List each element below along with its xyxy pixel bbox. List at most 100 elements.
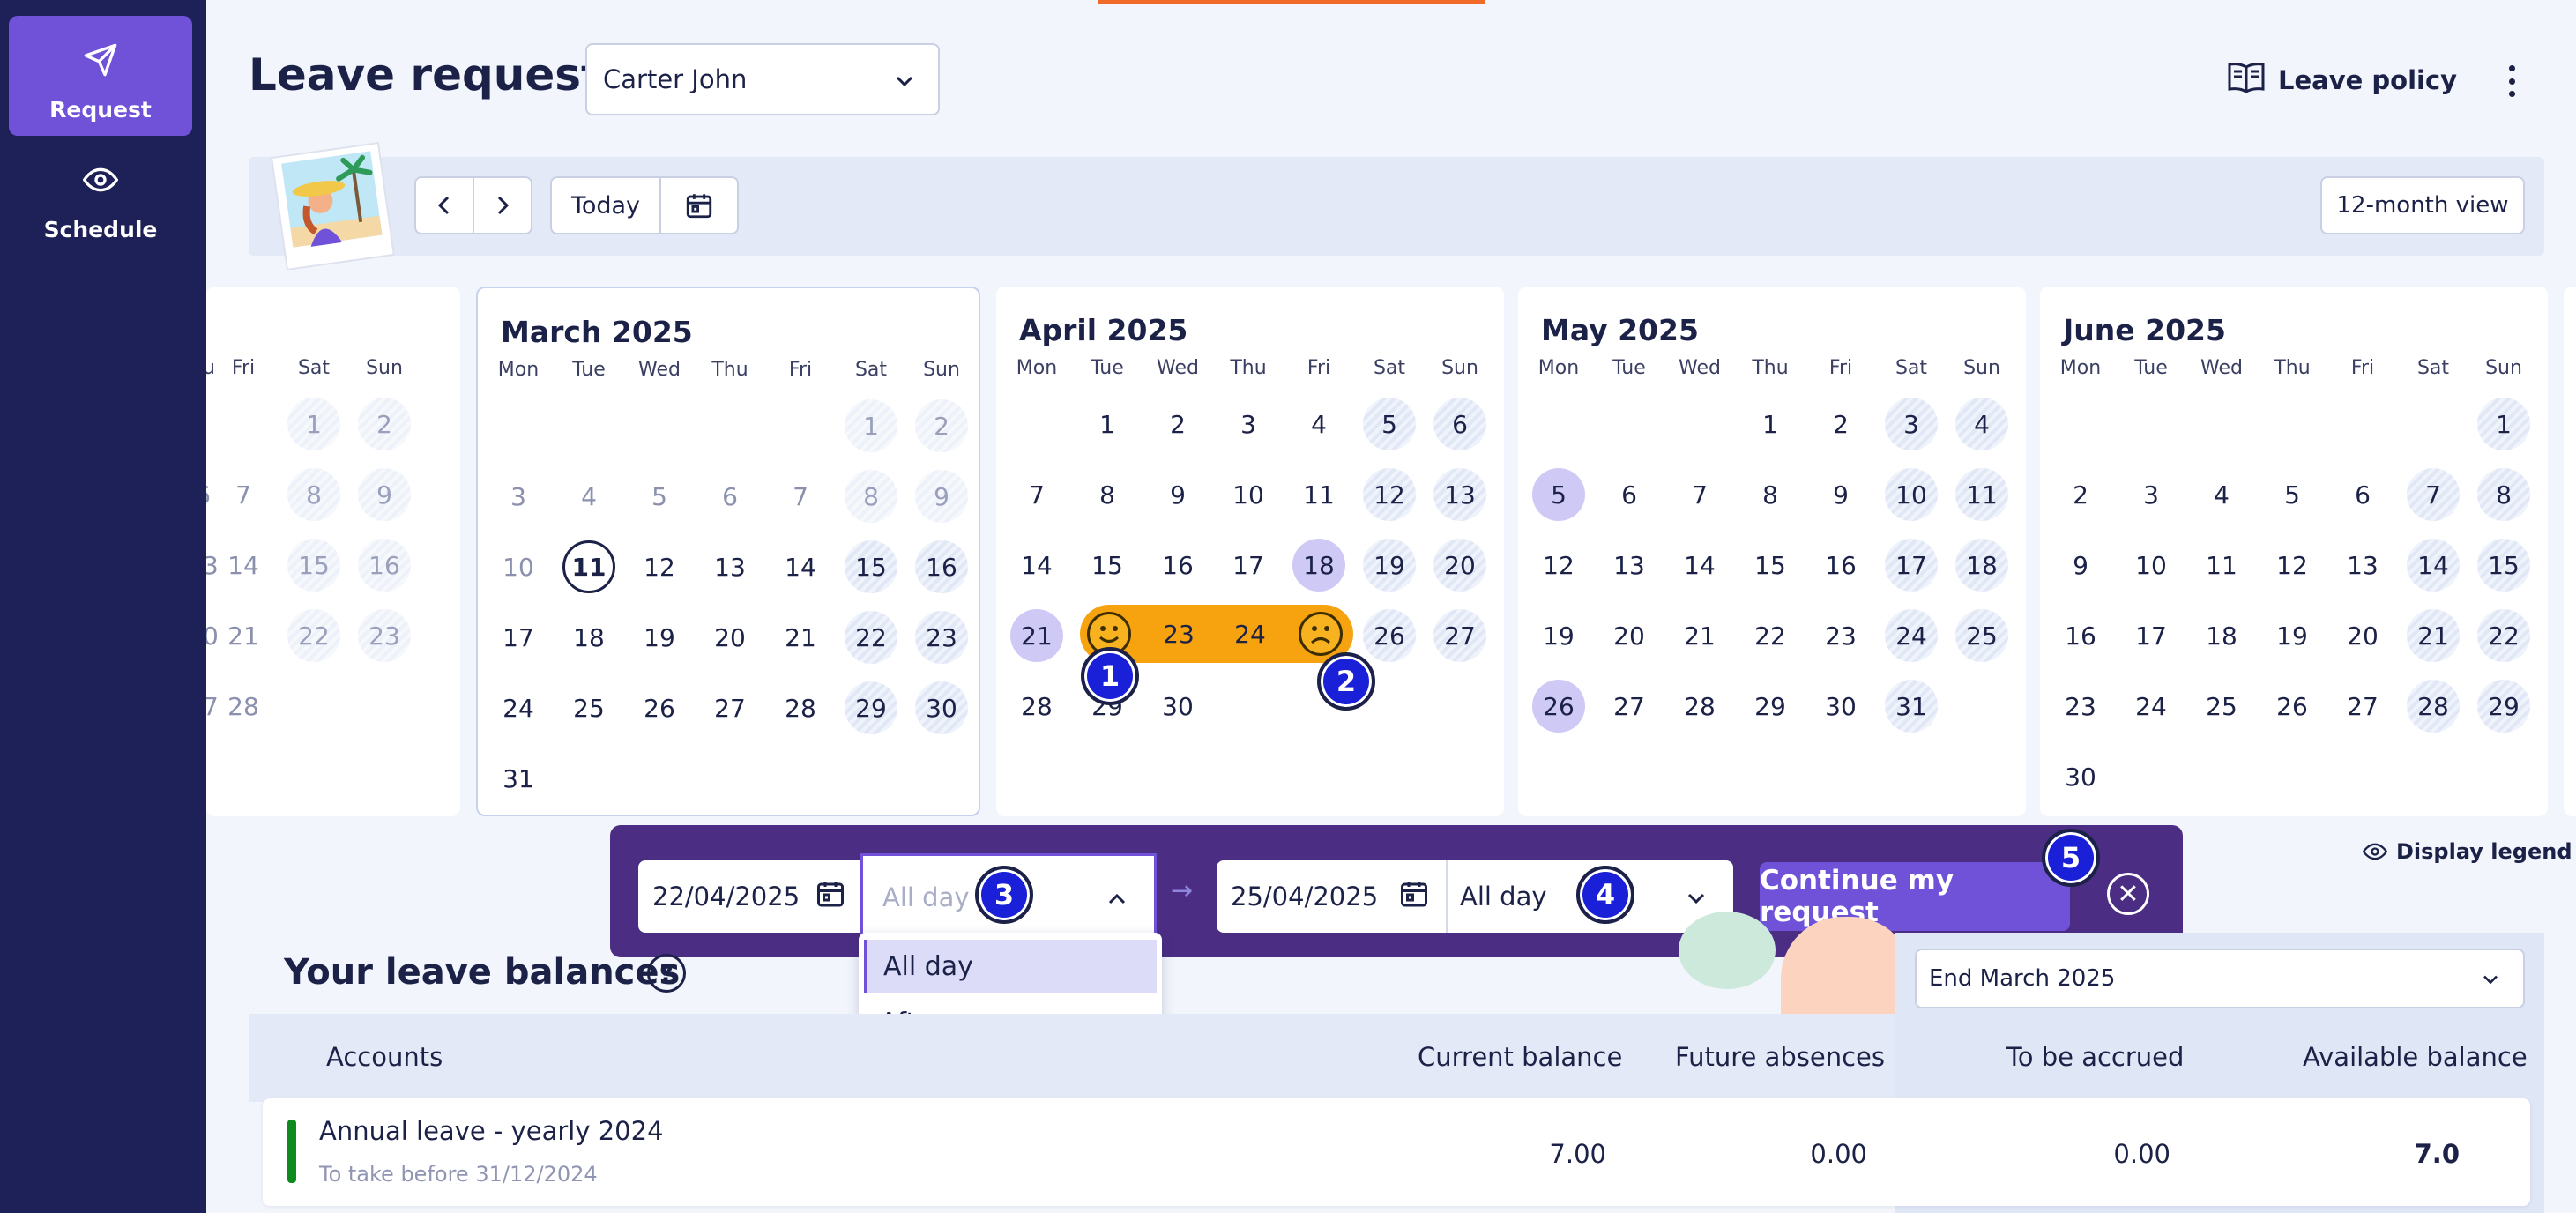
calendar-day[interactable]: 8 [1081, 468, 1134, 521]
calendar-day[interactable]: 6 [1433, 398, 1486, 450]
calendar-day[interactable]: 29 [1744, 680, 1797, 733]
calendar-day[interactable]: 14 [217, 539, 270, 592]
calendar-day[interactable]: 21 [1010, 609, 1063, 662]
calendar-day[interactable]: 16 [358, 539, 411, 592]
display-legend-toggle[interactable]: Display legend [2363, 839, 2572, 864]
table-row[interactable] [263, 1098, 2530, 1206]
calendar-day[interactable]: 7 [2407, 468, 2460, 521]
continue-request-button[interactable]: Continue my request [1760, 862, 2070, 931]
employee-select[interactable]: Carter John [585, 43, 940, 115]
calendar-day[interactable]: 10 [1885, 468, 1938, 521]
calendar-day[interactable]: 2 [358, 398, 411, 450]
calendar-day[interactable]: 15 [287, 539, 340, 592]
calendar-day[interactable]: 27 [1433, 609, 1486, 662]
calendar-day[interactable]: 2 [1814, 398, 1867, 450]
calendar-day[interactable]: 1 [287, 398, 340, 450]
calendar-day[interactable]: 24 [1885, 609, 1938, 662]
calendar-day[interactable]: 14 [1673, 539, 1726, 592]
calendar-day[interactable]: 29 [2477, 680, 2530, 733]
calendar-day[interactable]: 4 [2195, 468, 2248, 521]
calendar-day[interactable]: 13 [1433, 468, 1486, 521]
calendar-day[interactable]: 16 [1151, 539, 1204, 592]
calendar-day[interactable]: 12 [1532, 539, 1585, 592]
calendar-day[interactable]: 15 [1744, 539, 1797, 592]
calendar-day[interactable]: 26 [633, 681, 686, 734]
calendar-day[interactable]: 9 [358, 468, 411, 521]
calendar-day[interactable]: 8 [845, 470, 897, 523]
calendar-day[interactable]: 16 [2054, 609, 2107, 662]
calendar-day[interactable]: 19 [1363, 539, 1416, 592]
calendar-day[interactable]: 23 [358, 609, 411, 662]
calendar-day[interactable]: 24 [1224, 607, 1277, 660]
calendar-day[interactable]: 9 [1814, 468, 1867, 521]
calendar-day[interactable]: 2 [2054, 468, 2107, 521]
calendar-day[interactable]: 5 [633, 470, 686, 523]
calendar-day[interactable]: 1 [2477, 398, 2530, 450]
calendar-day[interactable]: 8 [1744, 468, 1797, 521]
calendar-day[interactable]: 26 [1363, 609, 1416, 662]
calendar-day[interactable]: 27 [2336, 680, 2389, 733]
calendar-day[interactable]: 6 [2336, 468, 2389, 521]
calendar-day[interactable]: 8 [2477, 468, 2530, 521]
calendar-day[interactable]: 7 [1673, 468, 1726, 521]
nav-request[interactable]: Request [9, 16, 192, 136]
calendar-day[interactable]: 18 [1292, 539, 1345, 592]
help-icon[interactable]: ? [647, 954, 686, 993]
calendar-day[interactable]: 8 [287, 468, 340, 521]
calendar-day[interactable]: 9 [915, 470, 968, 523]
calendar-day[interactable]: 19 [2266, 609, 2319, 662]
calendar-day[interactable]: 23 [1152, 607, 1205, 660]
calendar-day[interactable]: 19 [1532, 609, 1585, 662]
calendar-day[interactable]: 24 [2125, 680, 2178, 733]
calendar-day[interactable]: 12 [1363, 468, 1416, 521]
calendar-day[interactable]: 19 [633, 611, 686, 664]
next-button[interactable] [473, 176, 532, 234]
calendar-day[interactable]: 22 [845, 611, 897, 664]
calendar-day[interactable]: 23 [1814, 609, 1867, 662]
start-date-input[interactable]: 22/04/2025 [638, 860, 862, 933]
calendar-day[interactable]: 10 [1222, 468, 1275, 521]
calendar-day[interactable]: 6 [1603, 468, 1656, 521]
calendar-day[interactable]: 11 [2195, 539, 2248, 592]
calendar-day[interactable]: 22 [1744, 609, 1797, 662]
calendar-day[interactable]: 22 [287, 609, 340, 662]
calendar-day[interactable]: 3 [1885, 398, 1938, 450]
calendar-day[interactable]: 9 [2054, 539, 2107, 592]
calendar-day[interactable]: 28 [1010, 680, 1063, 733]
calendar-day[interactable]: 30 [915, 681, 968, 734]
date-picker-button[interactable] [659, 176, 739, 234]
calendar-day[interactable]: 4 [1292, 398, 1345, 450]
calendar-day[interactable]: 4 [562, 470, 615, 523]
calendar-day[interactable]: 3 [1222, 398, 1275, 450]
calendar-day[interactable]: 25 [2195, 680, 2248, 733]
nav-schedule[interactable]: Schedule [9, 136, 192, 256]
calendar-day[interactable]: 7 [217, 468, 270, 521]
calendar-day[interactable]: 18 [2195, 609, 2248, 662]
calendar-day[interactable]: 12 [633, 540, 686, 593]
calendar-day[interactable]: 15 [845, 540, 897, 593]
calendar-day[interactable]: 20 [2336, 609, 2389, 662]
calendar-day[interactable]: 30 [2054, 750, 2107, 803]
calendar-day[interactable]: 11 [562, 540, 615, 593]
today-button[interactable]: Today [550, 176, 661, 234]
calendar-day[interactable]: 22 [2477, 609, 2530, 662]
end-date-input[interactable]: 25/04/2025 [1217, 860, 1446, 933]
calendar-day[interactable]: 26 [1532, 680, 1585, 733]
calendar-day[interactable]: 1 [845, 399, 897, 452]
calendar-day[interactable]: 7 [1010, 468, 1063, 521]
calendar-day[interactable]: 5 [1363, 398, 1416, 450]
calendar-day[interactable]: 5 [1532, 468, 1585, 521]
calendar-day[interactable]: 29 [845, 681, 897, 734]
calendar-day[interactable]: 21 [1673, 609, 1726, 662]
calendar-day[interactable]: 31 [492, 752, 545, 805]
calendar-day[interactable]: 4 [1955, 398, 2008, 450]
calendar-day[interactable]: 16 [915, 540, 968, 593]
calendar-day[interactable]: 21 [2407, 609, 2460, 662]
calendar-day[interactable]: 28 [217, 680, 270, 733]
calendar-day[interactable]: 15 [2477, 539, 2530, 592]
calendar-day[interactable]: 10 [492, 540, 545, 593]
calendar-day[interactable]: 13 [2336, 539, 2389, 592]
previous-button[interactable] [414, 176, 474, 234]
more-options-icon[interactable] [2498, 63, 2525, 99]
calendar-day[interactable]: 20 [1603, 609, 1656, 662]
